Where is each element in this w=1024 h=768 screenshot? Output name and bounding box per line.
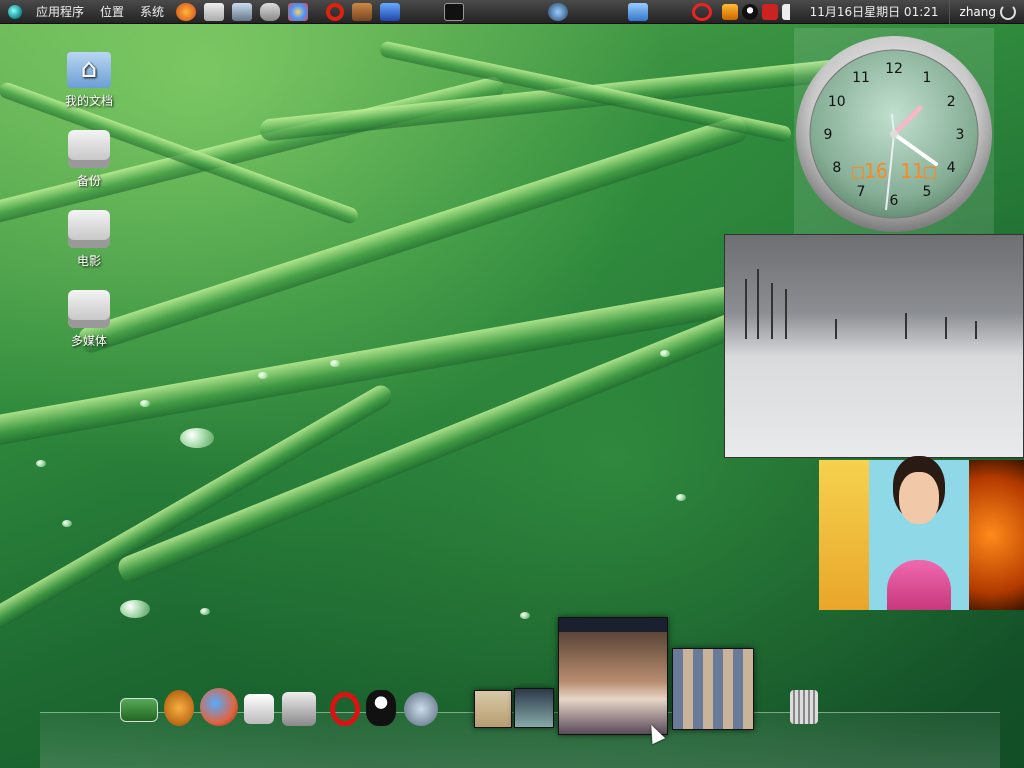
clock-numeral: 11 xyxy=(852,70,870,86)
terminal-icon[interactable] xyxy=(444,2,465,21)
window-thumbnail-photo-editor[interactable] xyxy=(558,617,668,735)
drive-icon xyxy=(68,210,110,248)
opera-icon[interactable] xyxy=(326,2,345,21)
clock-numeral: 8 xyxy=(832,160,841,176)
media-player-icon[interactable] xyxy=(404,692,438,726)
clock-numeral: 10 xyxy=(828,94,846,110)
analog-clock: 12 12 3 45 6 78 9 10 11 □16 11□ xyxy=(796,36,992,232)
window-thumbnail-1[interactable] xyxy=(474,690,512,728)
window-thumbnail-file-browser[interactable] xyxy=(672,648,754,730)
desktop-preview-icon[interactable] xyxy=(120,698,158,722)
desktop-icon-label: 我的文档 xyxy=(64,94,113,108)
top-panel: 应用程序 位置 系统 11月16日星期日 01:21 zhang xyxy=(0,0,1024,24)
clock-digital-readout: □16 11□ xyxy=(852,159,936,183)
drive-icon xyxy=(68,290,110,328)
user-menu[interactable]: zhang xyxy=(948,0,1000,24)
app-icon[interactable] xyxy=(352,2,373,21)
network-icon[interactable] xyxy=(548,2,569,21)
rugby-icon[interactable] xyxy=(164,690,194,726)
desktop-icon-label: 备份 xyxy=(76,174,101,188)
firefox-icon[interactable] xyxy=(176,2,197,21)
qq-icon[interactable] xyxy=(741,3,758,20)
trash-icon[interactable] xyxy=(790,690,818,724)
photo-viewer-icon[interactable] xyxy=(232,2,253,21)
clock-numeral: 9 xyxy=(824,127,833,143)
panel-clock[interactable]: 11月16日星期日 01:21 xyxy=(800,3,949,20)
desktop-icon-label: 多媒体 xyxy=(70,334,107,348)
menu-places[interactable]: 位置 xyxy=(92,3,132,20)
desktop-icon-movies[interactable]: 电影 xyxy=(58,210,120,269)
clock-numeral: 12 xyxy=(885,61,903,77)
window-thumbnail-2[interactable] xyxy=(514,688,554,728)
menu-system[interactable]: 系统 xyxy=(132,3,172,20)
window-icon[interactable] xyxy=(380,2,401,21)
system-tray: 11月16日星期日 01:21 zhang xyxy=(720,0,1024,24)
opera-icon[interactable] xyxy=(330,692,360,726)
clock-numeral: 1 xyxy=(923,70,932,86)
clock-numeral: 3 xyxy=(956,127,965,143)
clock-numeral: 7 xyxy=(857,184,866,200)
chinese-input-icon[interactable] xyxy=(761,3,778,20)
clock-widget[interactable]: 12 1 2 3 4 5 6 7 8 9 10 11 □16 11□ xyxy=(794,28,994,234)
shutdown-icon[interactable] xyxy=(1000,3,1016,20)
menu-applications[interactable]: 应用程序 xyxy=(28,3,92,20)
photo-widget-snow-landscape[interactable] xyxy=(724,234,1024,458)
clock-numeral: 4 xyxy=(947,160,956,176)
photo-icon[interactable] xyxy=(244,694,274,724)
clock-numeral: 6 xyxy=(890,193,899,209)
volume-icon[interactable] xyxy=(781,3,798,20)
sync-icon[interactable] xyxy=(628,2,649,21)
power-red-icon[interactable] xyxy=(692,2,713,21)
drive-icon xyxy=(68,130,110,168)
desktop-icon-documents[interactable]: 我的文档 xyxy=(58,52,120,109)
home-folder-icon xyxy=(67,52,111,88)
clock-numeral: 5 xyxy=(923,184,932,200)
mail-icon[interactable] xyxy=(282,692,316,726)
distro-logo-icon[interactable] xyxy=(8,4,22,19)
desktop-icon-label: 电影 xyxy=(76,254,101,268)
updates-icon[interactable] xyxy=(721,3,738,20)
firefox-icon[interactable] xyxy=(200,688,238,726)
clock-center-pin xyxy=(890,130,898,138)
desktop-icon-backup[interactable]: 备份 xyxy=(58,130,120,189)
qq-penguin-icon[interactable] xyxy=(366,690,396,726)
mail-icon[interactable] xyxy=(204,2,225,21)
clock-numeral: 2 xyxy=(947,94,956,110)
desktop-icon-multimedia[interactable]: 多媒体 xyxy=(58,290,120,349)
coffee-icon[interactable] xyxy=(260,2,281,21)
art-icon[interactable] xyxy=(288,2,309,21)
photo-widget-portrait[interactable] xyxy=(819,460,1024,610)
